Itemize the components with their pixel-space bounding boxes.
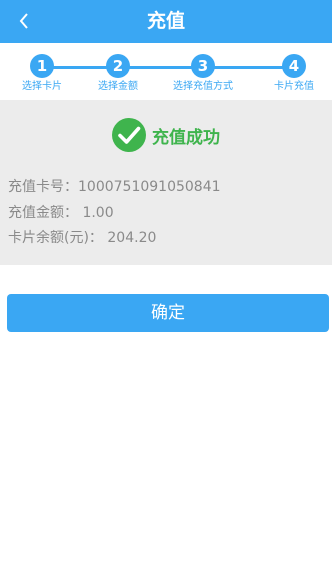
balance-label: 卡片余额(元)： (8, 230, 103, 246)
step-2-number: 2 (106, 54, 130, 78)
step-2: 2 选择金额 (83, 54, 153, 93)
confirm-button[interactable]: 确定 (7, 294, 329, 332)
step-4-label: 卡片充值 (274, 81, 314, 92)
balance-row: 卡片余额(元)： 204.20 (8, 229, 156, 247)
amount-label: 充值金额： (8, 205, 78, 221)
card-number-row: 充值卡号：1000751091050841 (8, 178, 221, 196)
amount-value: 1.00 (82, 205, 114, 221)
step-2-label: 选择金额 (98, 81, 138, 92)
result-panel: 充值成功 充值卡号：1000751091050841 充值金额： 1.00 卡片… (0, 100, 332, 265)
card-number-label: 充值卡号： (8, 179, 78, 195)
top-bar: 充值 (0, 0, 332, 43)
step-3-label: 选择充值方式 (173, 81, 233, 92)
success-text: 充值成功 (152, 127, 220, 148)
step-3-number: 3 (191, 54, 215, 78)
recharge-result-screen: 充值 1 选择卡片 2 选择金额 3 选择充值方式 4 卡片充值 充值成功 充值… (0, 0, 332, 562)
card-number-value: 1000751091050841 (78, 179, 221, 195)
step-1-label: 选择卡片 (22, 81, 62, 92)
step-4-number: 4 (282, 54, 306, 78)
step-4: 4 卡片充值 (259, 54, 329, 93)
amount-row: 充值金额： 1.00 (8, 204, 114, 222)
step-3: 3 选择充值方式 (168, 54, 238, 93)
step-1: 1 选择卡片 (7, 54, 77, 93)
balance-value: 204.20 (107, 230, 157, 246)
check-circle-icon (112, 118, 146, 152)
page-title: 充值 (146, 10, 185, 32)
success-status: 充值成功 (0, 118, 332, 152)
progress-stepper: 1 选择卡片 2 选择金额 3 选择充值方式 4 卡片充值 (0, 43, 332, 100)
step-1-number: 1 (30, 54, 54, 78)
